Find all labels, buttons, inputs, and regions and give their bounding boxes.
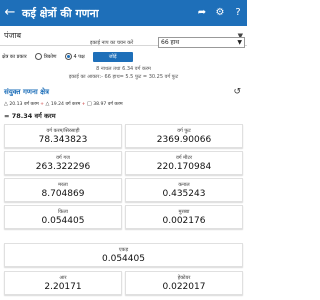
settings-icon[interactable]: ⚙ bbox=[211, 0, 229, 26]
shape-row: क्षेत्र का प्रकार त्रिकोण 4 पक्ष जोड़ें bbox=[0, 50, 247, 63]
card-label: वर्ग मीटर bbox=[175, 155, 193, 161]
square-icon: □ bbox=[87, 101, 92, 107]
card-value: 0.022017 bbox=[162, 282, 206, 292]
card-label: वर्ग करम/सिरसाही bbox=[46, 128, 80, 134]
card-label: हेक्टेयर bbox=[177, 275, 191, 281]
triangle-icon: △ bbox=[45, 101, 50, 107]
card-label: वर्ग गज bbox=[56, 155, 70, 161]
radio-four-sides[interactable] bbox=[64, 53, 72, 60]
result-card: वर्ग मीटर 220.170984 bbox=[125, 151, 243, 175]
result-card: आर 2.20171 bbox=[4, 271, 122, 295]
card-value: 0.002176 bbox=[162, 216, 206, 226]
card-value: 0.435243 bbox=[162, 189, 206, 199]
plus-sign: + bbox=[81, 102, 86, 107]
radio-triangle-label: त्रिकोण bbox=[43, 53, 57, 60]
triangle-value-3: 38.97 वर्ग करम bbox=[93, 102, 123, 107]
card-value: 8.704869 bbox=[41, 189, 85, 199]
result-card: वर्ग गज 263.322296 bbox=[4, 151, 122, 175]
result-title: संयुक्त गणना क्षेत्र bbox=[4, 87, 49, 96]
radio-four-sides-label: 4 पक्ष bbox=[73, 53, 85, 60]
unit-info: 8 नाथल तथा 6.34 वर्ग करम bbox=[96, 66, 151, 72]
card-label: किला bbox=[58, 209, 68, 215]
result-card: मुरब्बा 0.002176 bbox=[125, 205, 243, 229]
result-card: कनाल 0.435243 bbox=[125, 178, 243, 202]
share-icon[interactable]: ➦ bbox=[193, 0, 211, 26]
triangle-icon: △ bbox=[4, 101, 8, 107]
result-card: एकड़ 0.054405 bbox=[4, 243, 243, 267]
result-card: वर्ग फुट 2369.90066 bbox=[125, 124, 243, 148]
result-card: वर्ग करम/सिरसाही 78.343823 bbox=[4, 124, 122, 148]
unit-size: इकाई का आकार:- 66 हाथ= 5.5 फुट = 30.25 व… bbox=[68, 74, 179, 80]
app-bar: ← कई क्षेत्रों की गणना ➦ ⚙ ? bbox=[0, 0, 247, 26]
card-label: आर bbox=[59, 275, 67, 281]
card-value: 2369.90066 bbox=[156, 135, 212, 145]
result-card: किला 0.054405 bbox=[4, 205, 122, 229]
add-button[interactable]: जोड़ें bbox=[92, 51, 133, 62]
plus-sign: + bbox=[40, 102, 45, 107]
result-card: हेक्टेयर 0.022017 bbox=[125, 271, 243, 295]
card-value: 2.20171 bbox=[44, 282, 82, 292]
shape-label: क्षेत्र का प्रकार bbox=[2, 53, 27, 60]
card-value: 0.054405 bbox=[41, 216, 85, 226]
radio-triangle[interactable] bbox=[34, 53, 42, 60]
card-value: 78.343823 bbox=[38, 135, 88, 145]
back-arrow-icon[interactable]: ← bbox=[0, 0, 20, 26]
card-value: 220.170984 bbox=[156, 162, 212, 172]
card-label: मुरब्बा bbox=[178, 209, 190, 215]
card-label: एकड़ bbox=[118, 247, 129, 253]
triangle-value-1: 20.13 वर्ग करम bbox=[9, 102, 39, 107]
triangle-values: △ 20.13 वर्ग करम + △ 19.24 वर्ग करम + □ … bbox=[4, 101, 244, 109]
unit-row: इकाई नाप का चयन करें 66 हाथ ▼ bbox=[0, 36, 247, 50]
triangle-value-2: 19.24 वर्ग करम bbox=[50, 102, 81, 107]
unit-label: इकाई नाप का चयन करें bbox=[90, 40, 134, 46]
card-label: कनाल bbox=[178, 182, 190, 188]
result-card: मरला 8.704869 bbox=[4, 178, 122, 202]
result-header: संयुक्त गणना क्षेत्र ↺ bbox=[0, 85, 247, 99]
dropdown-arrow-icon: ▼ bbox=[237, 39, 242, 46]
unit-selected: 66 हाथ bbox=[161, 39, 180, 46]
card-label: मरला bbox=[58, 182, 68, 188]
total-area: = 78.34 वर्ग करम bbox=[4, 112, 56, 120]
help-icon[interactable]: ? bbox=[229, 0, 247, 26]
card-label: वर्ग फुट bbox=[177, 128, 191, 134]
history-icon[interactable]: ↺ bbox=[233, 87, 241, 97]
card-value: 0.054405 bbox=[102, 254, 145, 264]
page-title: कई क्षेत्रों की गणना bbox=[22, 6, 99, 20]
card-value: 263.322296 bbox=[35, 162, 91, 172]
unit-select[interactable]: 66 हाथ ▼ bbox=[158, 37, 245, 48]
